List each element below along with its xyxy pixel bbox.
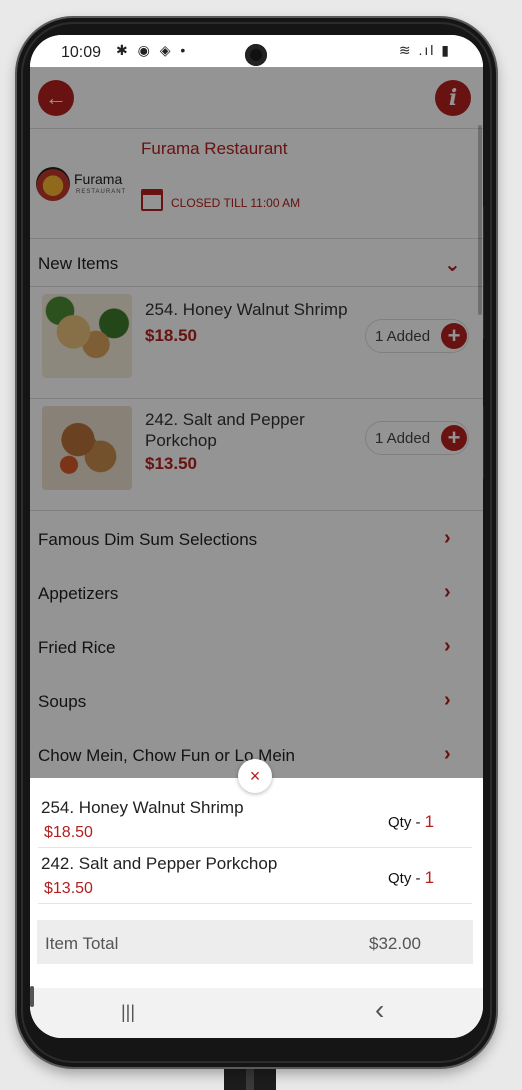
cart-item-name: 254. Honey Walnut Shrimp	[41, 798, 244, 817]
status-notification-icons: ✱ ◉ ◈ •	[116, 42, 189, 58]
qty-label: Qty -	[388, 814, 425, 831]
qty-label: Qty -	[388, 870, 425, 887]
cart-sheet: 254. Honey Walnut Shrimp $18.50 Qty - 1 …	[30, 778, 483, 988]
nav-back-icon[interactable]: ‹	[375, 994, 384, 1026]
cart-item-price: $13.50	[44, 880, 93, 897]
screen: 10:09 ✱ ◉ ◈ • ≋ .ıl ▮ ← i Furama Restaur…	[30, 35, 483, 1038]
item-total-label: Item Total	[45, 934, 119, 953]
scrollbar[interactable]	[478, 125, 482, 315]
cart-item-qty: Qty - 1	[388, 868, 434, 888]
dim-overlay[interactable]	[30, 67, 483, 778]
system-nav-bar: ||| ‹	[30, 986, 483, 1038]
cart-item: 242. Salt and Pepper Porkchop $13.50 Qty…	[38, 848, 472, 904]
home-icon[interactable]	[30, 986, 34, 1007]
qty-value: 1	[424, 868, 435, 887]
status-system-icons: ≋ .ıl ▮	[398, 42, 451, 58]
recents-icon[interactable]: |||	[121, 1002, 135, 1023]
cart-item-qty: Qty - 1	[388, 812, 434, 832]
status-time: 10:09	[61, 44, 102, 61]
status-bar: 10:09 ✱ ◉ ◈ • ≋ .ıl ▮	[30, 35, 483, 67]
item-total-bar: Item Total $32.00	[37, 920, 473, 964]
item-total-value: $32.00	[369, 934, 421, 953]
qty-value: 1	[424, 812, 435, 831]
cart-item-name: 242. Salt and Pepper Porkchop	[41, 854, 278, 873]
front-camera	[245, 44, 267, 66]
cart-item: 254. Honey Walnut Shrimp $18.50 Qty - 1	[38, 792, 472, 848]
close-icon[interactable]: ×	[238, 759, 272, 793]
cart-item-price: $18.50	[44, 824, 93, 841]
